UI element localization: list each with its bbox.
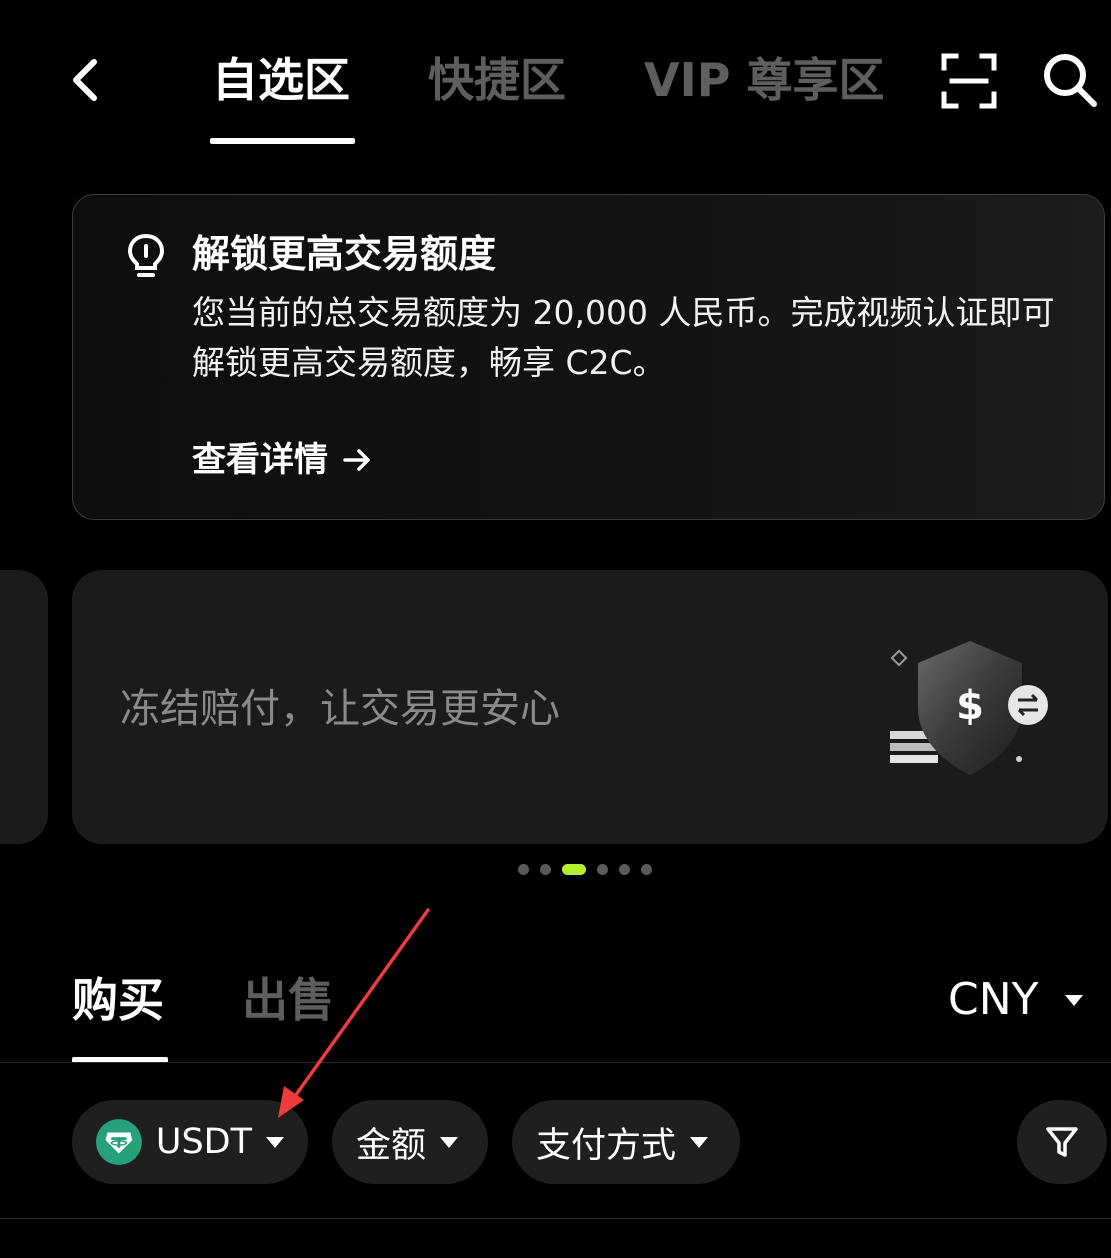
divider [0, 1218, 1111, 1219]
coin-filter-label: USDT [155, 1122, 252, 1162]
divider [0, 1062, 1111, 1063]
filter-button[interactable] [1017, 1100, 1107, 1184]
tab-vip-zone[interactable]: VIP 尊享区 [644, 48, 884, 112]
tab-favorites-zone[interactable]: 自选区 [212, 48, 350, 112]
unlock-card-description: 您当前的总交易额度为 20,000 人民币。完成视频认证即可解锁更高交易额度，畅… [192, 293, 1055, 382]
svg-text:$: $ [956, 683, 984, 729]
usdt-icon [96, 1119, 142, 1165]
unlock-card-title: 解锁更高交易额度 [192, 232, 497, 276]
chevron-down-icon [1064, 994, 1083, 1006]
shield-dollar-illustration: $ [880, 635, 1050, 785]
carousel-dot[interactable] [540, 863, 551, 875]
annotation-arrow [278, 908, 430, 1118]
tab-buy[interactable]: 购买 [72, 968, 164, 1032]
lightbulb-icon [124, 232, 168, 280]
chevron-down-icon [690, 1136, 709, 1148]
chevron-down-icon [440, 1136, 459, 1148]
scan-icon[interactable] [938, 50, 1000, 112]
payment-filter-label: 支付方式 [536, 1125, 677, 1166]
carousel-dot[interactable] [518, 863, 529, 875]
banner-previous-card[interactable] [0, 570, 48, 844]
tab-quick-zone[interactable]: 快捷区 [428, 48, 566, 112]
carousel-dot[interactable] [619, 863, 630, 875]
filter-icon [1046, 1127, 1078, 1157]
search-icon[interactable] [1040, 50, 1100, 110]
view-details-label: 查看详情 [192, 440, 328, 480]
carousel-dot[interactable] [641, 863, 652, 875]
banner-text: 冻结赔付，让交易更安心 [120, 686, 560, 732]
chevron-down-icon [266, 1136, 284, 1148]
currency-label: CNY [948, 974, 1039, 1025]
arrow-right-icon [343, 449, 370, 471]
carousel-pagination [518, 862, 652, 876]
view-details-link[interactable]: 查看详情 [192, 434, 372, 486]
currency-selector[interactable]: CNY [948, 970, 1083, 1030]
back-icon[interactable] [62, 52, 112, 108]
carousel-dot-active[interactable] [562, 863, 586, 875]
active-tab-indicator [210, 138, 355, 144]
carousel-dot[interactable] [597, 863, 608, 875]
payment-method-filter-chip[interactable]: 支付方式 [512, 1100, 740, 1184]
